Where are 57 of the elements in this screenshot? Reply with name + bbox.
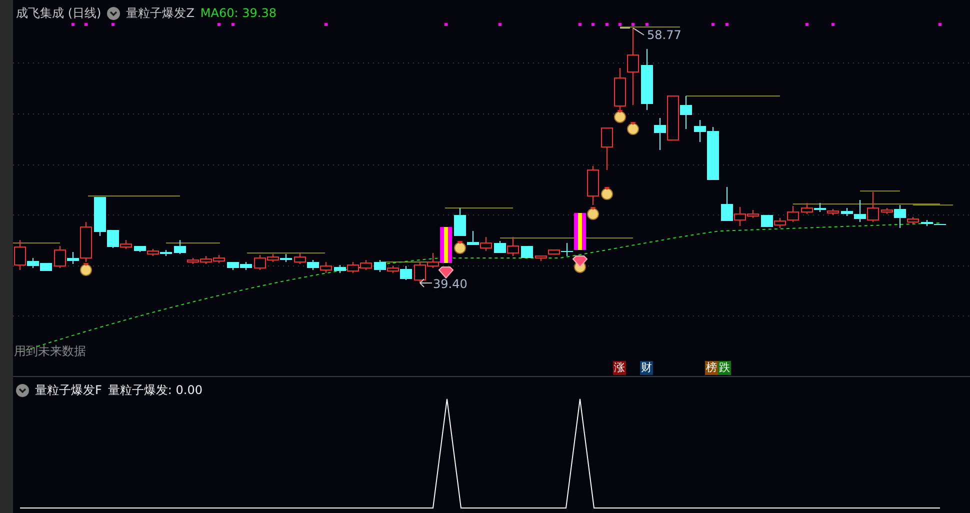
signal-tag: 涨 xyxy=(613,361,626,375)
candlestick xyxy=(320,262,332,274)
signal-bar xyxy=(440,227,452,263)
money-bag-icon xyxy=(627,122,639,135)
signal-bar xyxy=(574,213,586,250)
money-bag-icon xyxy=(80,263,92,276)
candlestick xyxy=(601,128,613,170)
candlestick xyxy=(347,262,359,274)
candlestick xyxy=(587,166,599,206)
candlestick xyxy=(307,260,319,270)
diamond-icon xyxy=(438,266,454,279)
candlestick xyxy=(174,240,186,254)
candlestick xyxy=(294,252,306,264)
candlestick xyxy=(360,260,372,270)
candlestick xyxy=(680,96,692,130)
candlestick xyxy=(667,96,679,140)
candlestick xyxy=(40,262,52,272)
ma-reading: MA60: 39.38 xyxy=(200,5,276,21)
high-price-label: 58.77 xyxy=(647,29,682,42)
money-bag-icon xyxy=(454,241,466,254)
money-bag-icon xyxy=(587,207,599,220)
candlestick xyxy=(240,262,252,270)
resistance-line xyxy=(13,242,60,244)
resistance-line xyxy=(166,242,220,244)
signal-tag: 榜 xyxy=(705,361,718,375)
candlestick xyxy=(480,236,492,252)
candlestick xyxy=(814,202,826,212)
candlestick xyxy=(280,254,292,262)
candlestick xyxy=(414,262,426,284)
candlestick xyxy=(761,214,773,228)
pointer-line xyxy=(620,28,644,36)
money-bag-icon xyxy=(601,187,613,200)
indicator-name: 量粒子爆发Z xyxy=(126,5,194,21)
resistance-line xyxy=(860,190,900,192)
money-bag-icon xyxy=(614,110,626,123)
candlestick xyxy=(427,252,439,268)
candlestick xyxy=(334,264,346,274)
candlestick xyxy=(801,202,813,214)
arrow-icon xyxy=(420,278,432,288)
indicator-name: 量粒子爆发F xyxy=(35,382,102,398)
candlestick xyxy=(521,246,533,258)
candlestick xyxy=(641,48,653,110)
indicator-reading: 量粒子爆发: 0.00 xyxy=(108,382,202,398)
candlestick xyxy=(227,262,239,270)
signal-tag: 跌 xyxy=(718,361,731,375)
candlestick xyxy=(654,118,666,150)
candlestick xyxy=(867,192,879,222)
resistance-line xyxy=(620,26,680,28)
candlestick xyxy=(200,256,212,264)
signal-tag: 财 xyxy=(640,361,653,375)
dropdown-icon[interactable] xyxy=(16,384,29,396)
stock-title: 成飞集成 (日线) xyxy=(16,5,102,21)
low-price-label: 39.40 xyxy=(433,278,468,291)
diamond-icon xyxy=(572,256,588,268)
warning-text: 用到未来数据 xyxy=(14,343,86,360)
candlestick xyxy=(213,254,225,264)
dropdown-icon[interactable] xyxy=(107,6,120,20)
